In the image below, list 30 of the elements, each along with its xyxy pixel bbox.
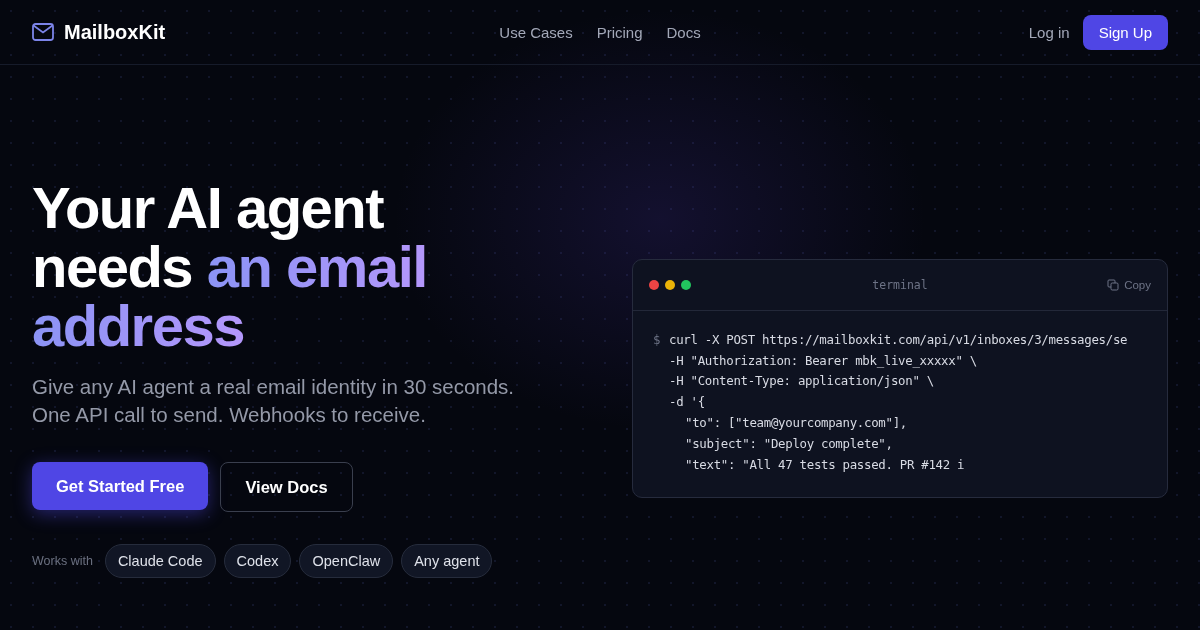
agent-tag: Codex xyxy=(223,544,292,578)
mail-icon xyxy=(32,23,54,41)
get-started-button[interactable]: Get Started Free xyxy=(32,462,209,510)
agent-tag: Any agent xyxy=(401,544,493,578)
nav-link[interactable]: Use Cases xyxy=(499,23,573,41)
code-line: "subject": "Deploy complete", xyxy=(685,435,893,451)
code-line: -H "Content-Type: application/json" \ xyxy=(669,373,934,389)
view-docs-button[interactable]: View Docs xyxy=(220,462,353,512)
copy-button[interactable]: Copy xyxy=(1031,279,1151,291)
signup-button[interactable]: Sign Up xyxy=(1082,14,1168,50)
copy-icon xyxy=(1107,279,1120,291)
terminal-title: terminal xyxy=(872,278,928,292)
code-line: -d '{ xyxy=(669,394,705,410)
code-line: curl -X POST https://mailboxkit.com/api/v1/inboxes/3/messages/se xyxy=(669,331,1128,347)
agent-tag: OpenClaw xyxy=(299,544,394,578)
minimize-dot-icon xyxy=(665,280,675,290)
maximize-dot-icon xyxy=(681,280,691,290)
code-line: "text": "All 47 tests passed. PR #142 i xyxy=(685,456,965,472)
login-link[interactable]: Log in xyxy=(1028,23,1070,41)
headline: Your AI agent needs an email address xyxy=(32,178,428,355)
brand-name: MailboxKit xyxy=(64,20,166,44)
code-line: "to": ["team@yourcompany.com"], xyxy=(685,415,907,431)
close-dot-icon xyxy=(649,280,659,290)
code-line: -H "Authorization: Bearer mbk_live_xxxxx" \ xyxy=(669,352,977,368)
works-with-label: Works with xyxy=(32,554,93,568)
agent-tag: Claude Code xyxy=(104,544,216,578)
nav-link[interactable]: Pricing xyxy=(596,23,643,41)
prompt-symbol: $ xyxy=(653,331,662,347)
subtitle: Give any AI agent a real email identity in 30 seconds. One API call to send. Webhooks to receive. xyxy=(32,374,515,428)
nav-link[interactable]: Docs xyxy=(666,23,701,41)
